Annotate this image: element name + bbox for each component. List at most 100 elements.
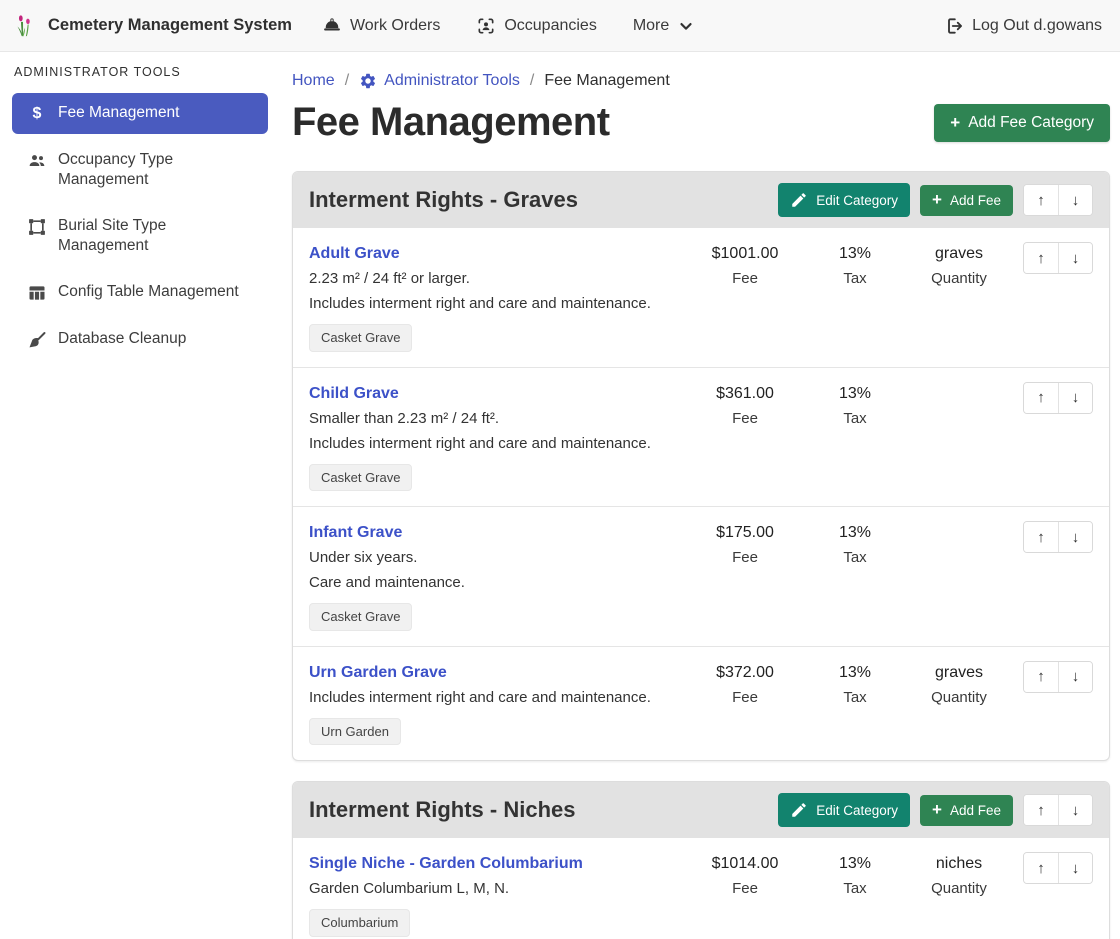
breadcrumb-admin-link[interactable]: Administrator Tools [359, 72, 520, 90]
fee-name-link[interactable]: Single Niche - Garden Columbarium [309, 852, 583, 876]
move-fee-down-button[interactable]: ↓ [1058, 383, 1092, 413]
edit-category-label: Edit Category [816, 193, 898, 208]
fee-badge-wrap: Urn Garden [309, 718, 687, 746]
arrow-down-icon: ↓ [1072, 668, 1080, 685]
nav-occupancies-label: Occupancies [504, 17, 597, 35]
fee-row: Adult Grave 2.23 m² / 24 ft² or larger. … [293, 228, 1109, 367]
fee-amount-label: Fee [687, 407, 803, 431]
nav-more[interactable]: More [633, 17, 695, 35]
tulip-logo-icon [14, 13, 40, 39]
fee-badge-wrap: Casket Grave [309, 324, 687, 352]
chevron-down-icon [677, 17, 695, 35]
move-fee-up-button[interactable]: ↑ [1024, 853, 1058, 883]
sidebar-item-config-table[interactable]: Config Table Management [12, 272, 268, 313]
move-fee-up-button[interactable]: ↑ [1024, 662, 1058, 692]
fee-category-card: Interment Rights - Graves Edit Category … [292, 171, 1110, 761]
fee-info: Child Grave Smaller than 2.23 m² / 24 ft… [309, 382, 687, 492]
fee-rows: Single Niche - Garden Columbarium Garden… [293, 838, 1109, 939]
arrow-down-icon: ↓ [1072, 192, 1080, 209]
main-content: Home / Administrator Tools / Fee Managem… [280, 52, 1120, 939]
move-fee-up-button[interactable]: ↑ [1024, 522, 1058, 552]
edit-category-button[interactable]: Edit Category [778, 793, 910, 827]
fee-amount-value: $175.00 [687, 521, 803, 545]
fee-amount-label: Fee [687, 877, 803, 901]
fee-badge-wrap: Columbarium [309, 909, 687, 937]
breadcrumb-separator: / [345, 72, 349, 90]
frame-icon [26, 217, 48, 237]
fee-row: Urn Garden Grave Includes interment righ… [293, 646, 1109, 761]
sidebar-item-database-cleanup[interactable]: Database Cleanup [12, 319, 268, 360]
sidebar-item-fee-management[interactable]: $ Fee Management [12, 93, 268, 134]
add-fee-label: Add Fee [950, 803, 1001, 818]
page-layout: ADMINISTRATOR TOOLS $ Fee Management Occ… [0, 52, 1120, 939]
move-category-up-button[interactable]: ↑ [1024, 185, 1058, 215]
fee-reorder-group: ↑ ↓ [1023, 242, 1093, 274]
move-category-down-button[interactable]: ↓ [1058, 185, 1092, 215]
move-fee-up-button[interactable]: ↑ [1024, 383, 1058, 413]
fee-quantity-column: graves Quantity [907, 242, 1011, 291]
add-fee-button[interactable]: + Add Fee [920, 795, 1013, 826]
fee-name-link[interactable]: Infant Grave [309, 521, 402, 545]
sidebar-item-label: Database Cleanup [58, 329, 186, 349]
sidebar-item-burial-site-type[interactable]: Burial Site Type Management [12, 206, 268, 266]
fee-amount-value: $372.00 [687, 661, 803, 685]
fee-amount-value: $361.00 [687, 382, 803, 406]
fee-quantity-column [907, 382, 1011, 383]
move-category-down-button[interactable]: ↓ [1058, 795, 1092, 825]
fee-tax-value: 13% [803, 521, 907, 545]
fee-row: Infant Grave Under six years. Care and m… [293, 506, 1109, 646]
add-fee-category-button[interactable]: + Add Fee Category [934, 104, 1110, 142]
breadcrumb: Home / Administrator Tools / Fee Managem… [292, 72, 1110, 90]
fee-name-link[interactable]: Child Grave [309, 382, 399, 406]
fee-type-badge: Columbarium [309, 909, 410, 937]
fee-amount-label: Fee [687, 267, 803, 291]
fee-tax-value: 13% [803, 382, 907, 406]
nav-work-orders[interactable]: Work Orders [322, 16, 440, 36]
breadcrumb-home-link[interactable]: Home [292, 72, 335, 90]
plus-icon: + [932, 193, 942, 207]
edit-category-button[interactable]: Edit Category [778, 183, 910, 217]
move-category-up-button[interactable]: ↑ [1024, 795, 1058, 825]
hard-hat-icon [322, 16, 342, 36]
fee-name-link[interactable]: Adult Grave [309, 242, 400, 266]
category-reorder-group: ↑ ↓ [1023, 794, 1093, 826]
fee-name-link[interactable]: Urn Garden Grave [309, 661, 447, 685]
fee-description: Garden Columbarium L, M, N. [309, 877, 687, 901]
fee-amount-column: $361.00 Fee [687, 382, 803, 431]
fee-tax-label: Tax [803, 686, 907, 710]
fee-tax-value: 13% [803, 852, 907, 876]
pencil-icon [790, 801, 808, 819]
fee-tax-label: Tax [803, 546, 907, 570]
move-fee-down-button[interactable]: ↓ [1058, 522, 1092, 552]
page-header: Fee Management + Add Fee Category [292, 100, 1110, 145]
fee-row: Single Niche - Garden Columbarium Garden… [293, 838, 1109, 939]
fee-tax-label: Tax [803, 877, 907, 901]
add-fee-button[interactable]: + Add Fee [920, 185, 1013, 216]
arrow-up-icon: ↑ [1037, 802, 1045, 819]
sidebar-item-occupancy-type[interactable]: Occupancy Type Management [12, 140, 268, 200]
move-fee-up-button[interactable]: ↑ [1024, 243, 1058, 273]
fee-info: Adult Grave 2.23 m² / 24 ft² or larger. … [309, 242, 687, 352]
brand[interactable]: Cemetery Management System [14, 13, 292, 39]
fee-description: Care and maintenance. [309, 571, 687, 595]
fee-reorder-group: ↑ ↓ [1023, 852, 1093, 884]
occupancies-icon [476, 16, 496, 36]
arrow-up-icon: ↑ [1037, 192, 1045, 209]
fee-tax-column: 13% Tax [803, 382, 907, 431]
fee-tax-column: 13% Tax [803, 661, 907, 710]
fee-quantity-column [907, 521, 1011, 522]
move-fee-down-button[interactable]: ↓ [1058, 662, 1092, 692]
plus-icon: + [950, 116, 960, 130]
logout-button[interactable]: Log Out d.gowans [944, 16, 1102, 36]
fee-description: Includes interment right and care and ma… [309, 432, 687, 456]
page-title: Fee Management [292, 100, 610, 145]
fee-tax-value: 13% [803, 242, 907, 266]
move-fee-down-button[interactable]: ↓ [1058, 853, 1092, 883]
pencil-icon [790, 191, 808, 209]
fee-amount-value: $1014.00 [687, 852, 803, 876]
nav-occupancies[interactable]: Occupancies [476, 16, 597, 36]
fee-tax-column: 13% Tax [803, 852, 907, 901]
move-fee-down-button[interactable]: ↓ [1058, 243, 1092, 273]
gear-icon [359, 72, 377, 90]
arrow-up-icon: ↑ [1037, 860, 1045, 877]
